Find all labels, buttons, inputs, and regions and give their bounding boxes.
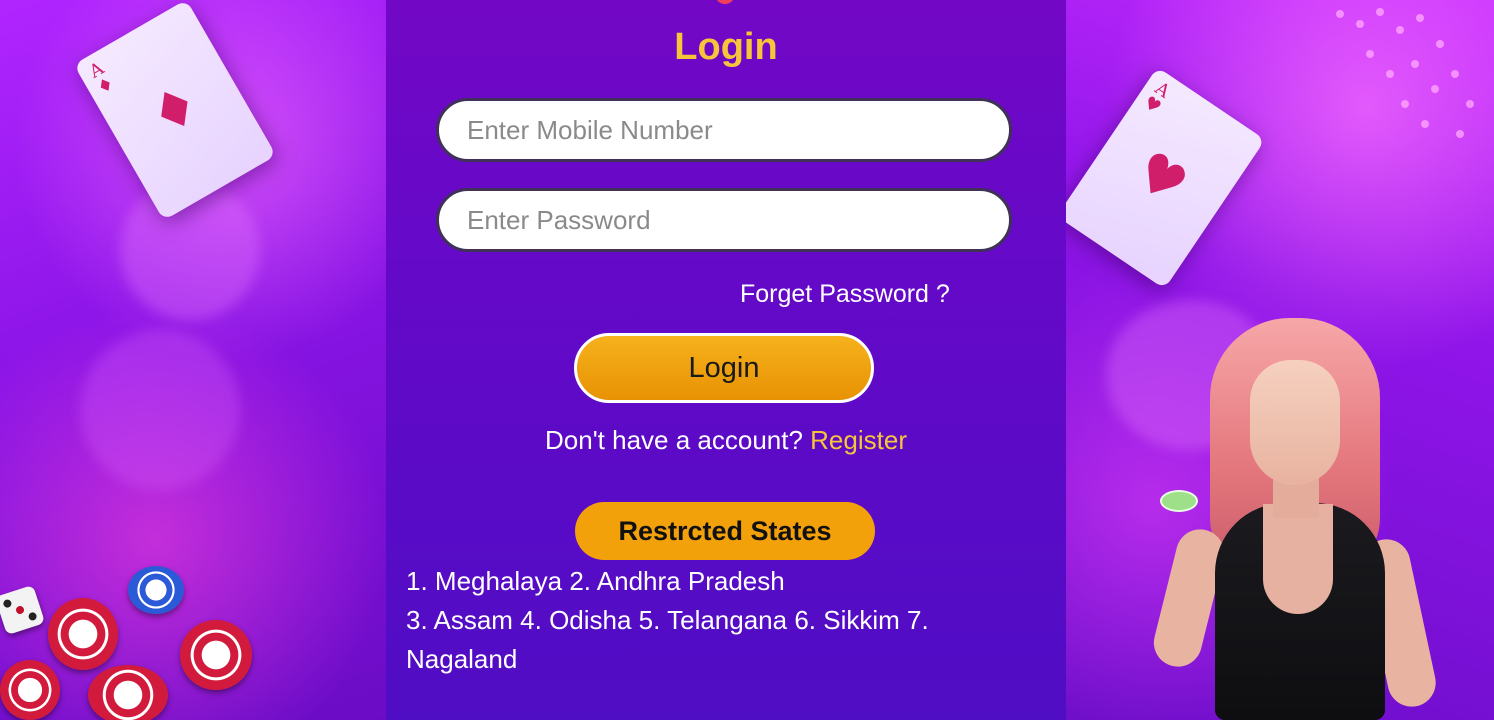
- restricted-states-line: Nagaland: [406, 644, 518, 674]
- restricted-states-line: 1. Meghalaya 2. Andhra Pradesh: [406, 566, 785, 596]
- restricted-states-line: 3. Assam 4. Odisha 5. Telangana 6. Sikki…: [406, 605, 929, 635]
- page-title: Login: [674, 26, 778, 68]
- logo-fragment: [715, 0, 735, 4]
- login-panel: Login Forget Password ? Login Don't have…: [386, 0, 1066, 720]
- register-link[interactable]: Register: [810, 425, 907, 455]
- signup-prompt-text: Don't have a account?: [545, 425, 803, 455]
- dice-icon: [0, 584, 46, 636]
- poker-chip-icon: [88, 665, 168, 720]
- login-button[interactable]: Login: [574, 333, 874, 403]
- heart-icon: ♥: [1123, 138, 1199, 218]
- dealer-woman-image: [1148, 318, 1455, 720]
- restricted-states-list: 1. Meghalaya 2. Andhra Pradesh 3. Assam …: [406, 562, 1026, 679]
- poker-chip-icon: [0, 660, 60, 720]
- password-input[interactable]: [436, 188, 1012, 252]
- restricted-states-badge: Restrcted States: [575, 502, 875, 560]
- left-decoration: A ♦ ♦: [0, 0, 386, 720]
- poker-chip-icon: [48, 598, 118, 670]
- mobile-number-input[interactable]: [436, 98, 1012, 162]
- light-glow: [80, 330, 240, 490]
- diamond-icon: ♦: [138, 70, 212, 150]
- poker-chip-icon: [128, 566, 184, 614]
- playing-card-ace-diamonds: A ♦ ♦: [73, 0, 277, 221]
- playing-card-ace-hearts: A ♥ ♥: [1066, 67, 1266, 289]
- signup-prompt: Don't have a account? Register: [386, 425, 1066, 456]
- poker-chip-icon: [1160, 490, 1198, 512]
- forgot-password-link[interactable]: Forget Password ?: [740, 280, 950, 309]
- poker-chip-icon: [180, 620, 252, 690]
